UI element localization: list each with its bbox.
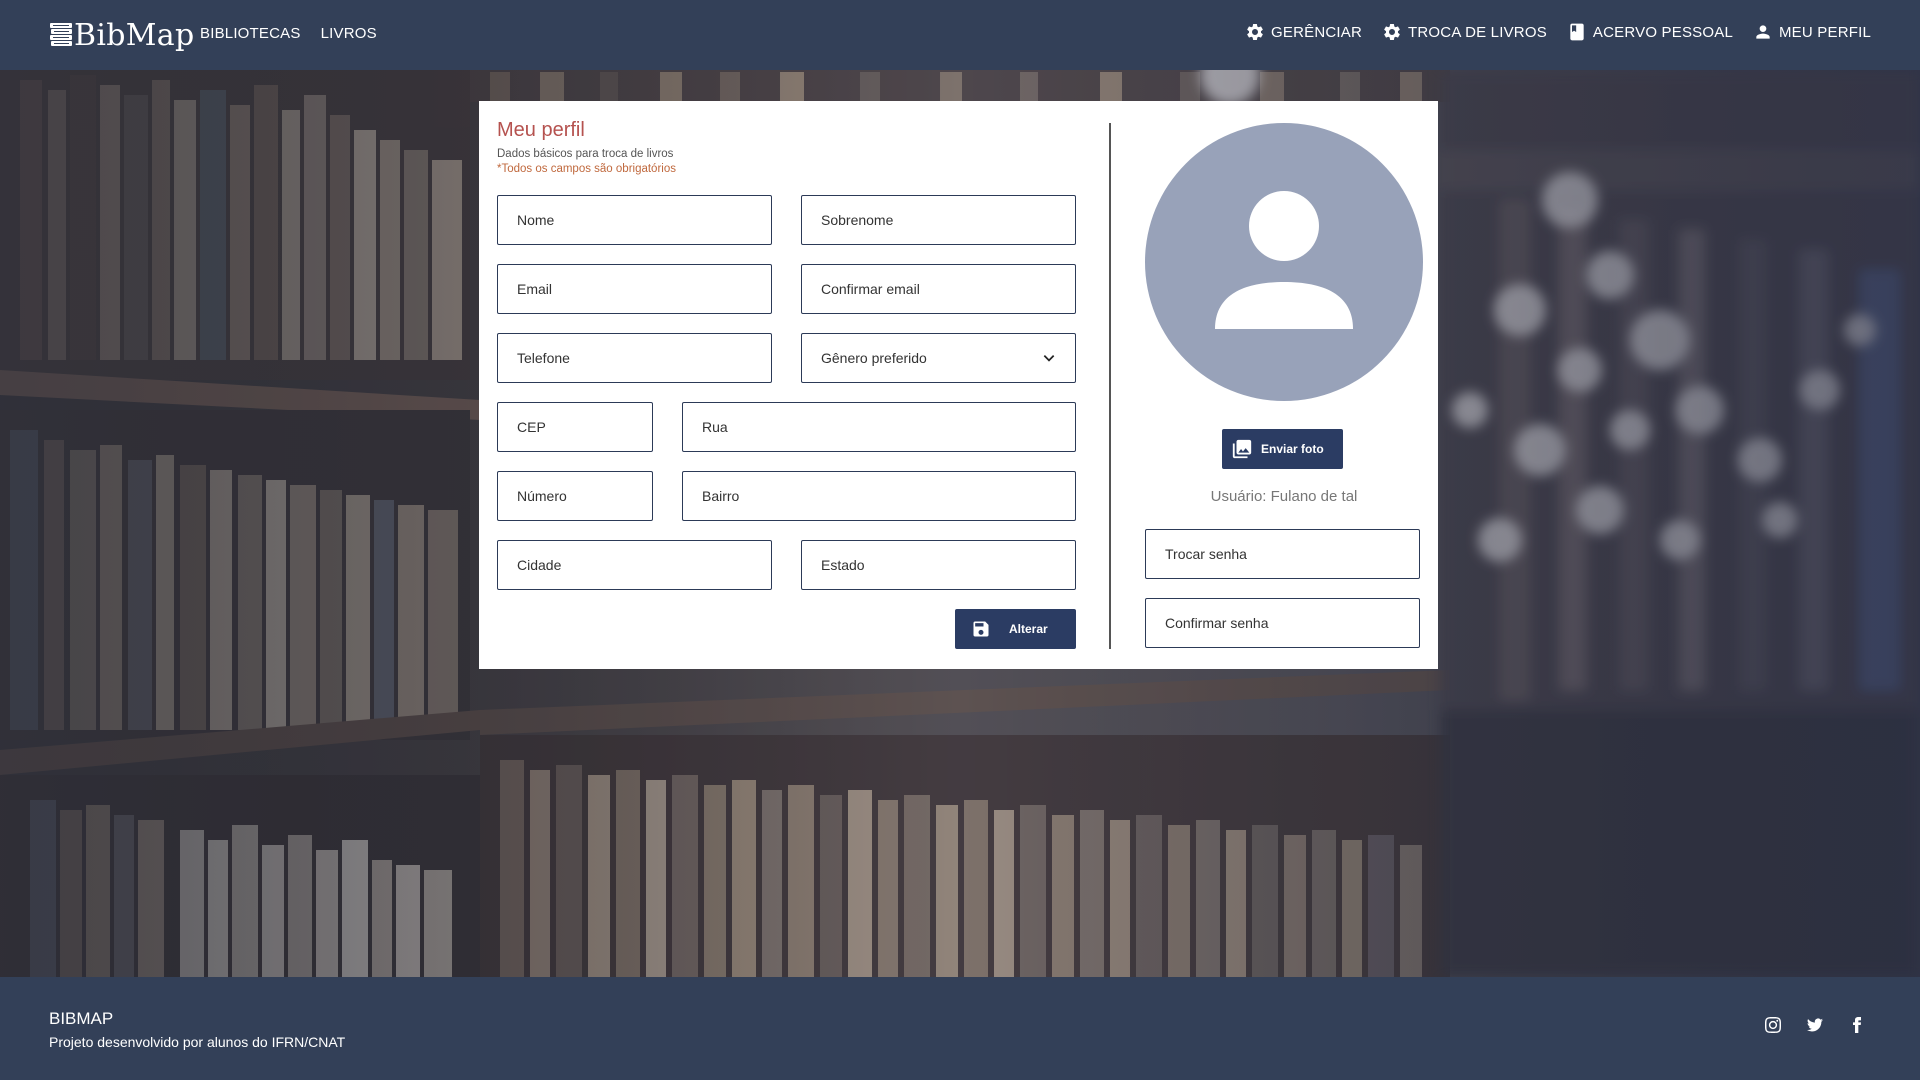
user-silhouette-icon <box>1215 191 1353 329</box>
username-text: Usuário: Fulano de tal <box>1210 488 1358 505</box>
footer: BIBMAP Projeto desenvolvido por alunos d… <box>0 977 1920 1080</box>
logo-text: BibMap <box>74 17 195 53</box>
twitter-icon[interactable] <box>1807 1017 1823 1033</box>
nav-item-manage-label: GERÊNCIAR <box>1271 23 1363 41</box>
photo-library-icon <box>1232 439 1252 459</box>
cidade-input[interactable] <box>497 540 772 590</box>
new-password-input[interactable] <box>1145 529 1420 579</box>
facebook-icon[interactable] <box>1849 1017 1865 1033</box>
nav-item-exchange-label: TROCA DE LIVROS <box>1408 23 1547 41</box>
estado-input[interactable] <box>801 540 1076 590</box>
cep-input[interactable] <box>497 402 653 452</box>
confirm-password-input[interactable] <box>1145 598 1420 648</box>
numero-input[interactable] <box>497 471 653 521</box>
chevron-down-icon <box>1043 355 1055 362</box>
rua-input[interactable] <box>682 402 1076 452</box>
nav-item-profile[interactable]: MEU PERFIL <box>1753 22 1871 42</box>
logo[interactable]: BibMap <box>49 16 194 54</box>
instagram-icon[interactable] <box>1765 1017 1781 1033</box>
bairro-input[interactable] <box>682 471 1076 521</box>
book-icon <box>1570 23 1584 41</box>
profile-card: Meu perfil Dados básicos para troca de l… <box>479 101 1438 669</box>
nav-item-collection[interactable]: ACERVO PESSOAL <box>1567 22 1733 42</box>
person-icon <box>1756 25 1770 39</box>
save-button[interactable]: Alterar <box>955 609 1076 649</box>
gear-icon <box>1247 23 1263 40</box>
footer-brand: BIBMAP <box>49 1009 114 1028</box>
form-subtitle: Dados básicos para troca de livros <box>497 148 674 160</box>
sobrenome-input[interactable] <box>801 195 1076 245</box>
page-title: Meu perfil <box>497 119 585 141</box>
save-button-label: Alterar <box>1009 622 1048 636</box>
email-input[interactable] <box>497 264 772 314</box>
footer-description: Projeto desenvolvido por alunos do IFRN/… <box>49 1034 346 1050</box>
floppy-disk-icon <box>973 621 989 637</box>
avatar <box>1145 123 1423 401</box>
genero-select[interactable]: Gênero preferido <box>801 333 1076 383</box>
social-links <box>1765 1017 1865 1033</box>
upload-photo-button[interactable]: Enviar foto <box>1222 429 1343 469</box>
gear-icon <box>1384 23 1400 40</box>
nav-item-profile-label: MEU PERFIL <box>1778 23 1871 41</box>
required-note: *Todos os campos são obrigatórios <box>497 163 676 175</box>
vertical-divider <box>1109 123 1111 649</box>
genero-select-value: Gênero preferido <box>821 350 927 366</box>
user-nav: GERÊNCIAR TROCA DE LIVROS ACERVO PESSOAL… <box>1245 22 1871 42</box>
telefone-input[interactable] <box>497 333 772 383</box>
nome-input[interactable] <box>497 195 772 245</box>
top-navbar: BibMap BIBLIOTECAS LIVROS GERÊNCIAR TROC… <box>0 0 1920 70</box>
nav-link-bibliotecas[interactable]: BIBLIOTECAS <box>200 25 301 42</box>
nav-item-exchange[interactable]: TROCA DE LIVROS <box>1382 22 1547 42</box>
books-stack-icon <box>50 23 72 46</box>
nav-link-livros[interactable]: LIVROS <box>321 25 377 42</box>
nav-item-manage[interactable]: GERÊNCIAR <box>1245 22 1362 42</box>
confirm-email-input[interactable] <box>801 264 1076 314</box>
upload-photo-label: Enviar foto <box>1261 442 1324 456</box>
nav-item-collection-label: ACERVO PESSOAL <box>1592 23 1733 41</box>
main-nav: BIBLIOTECAS LIVROS <box>200 25 377 42</box>
